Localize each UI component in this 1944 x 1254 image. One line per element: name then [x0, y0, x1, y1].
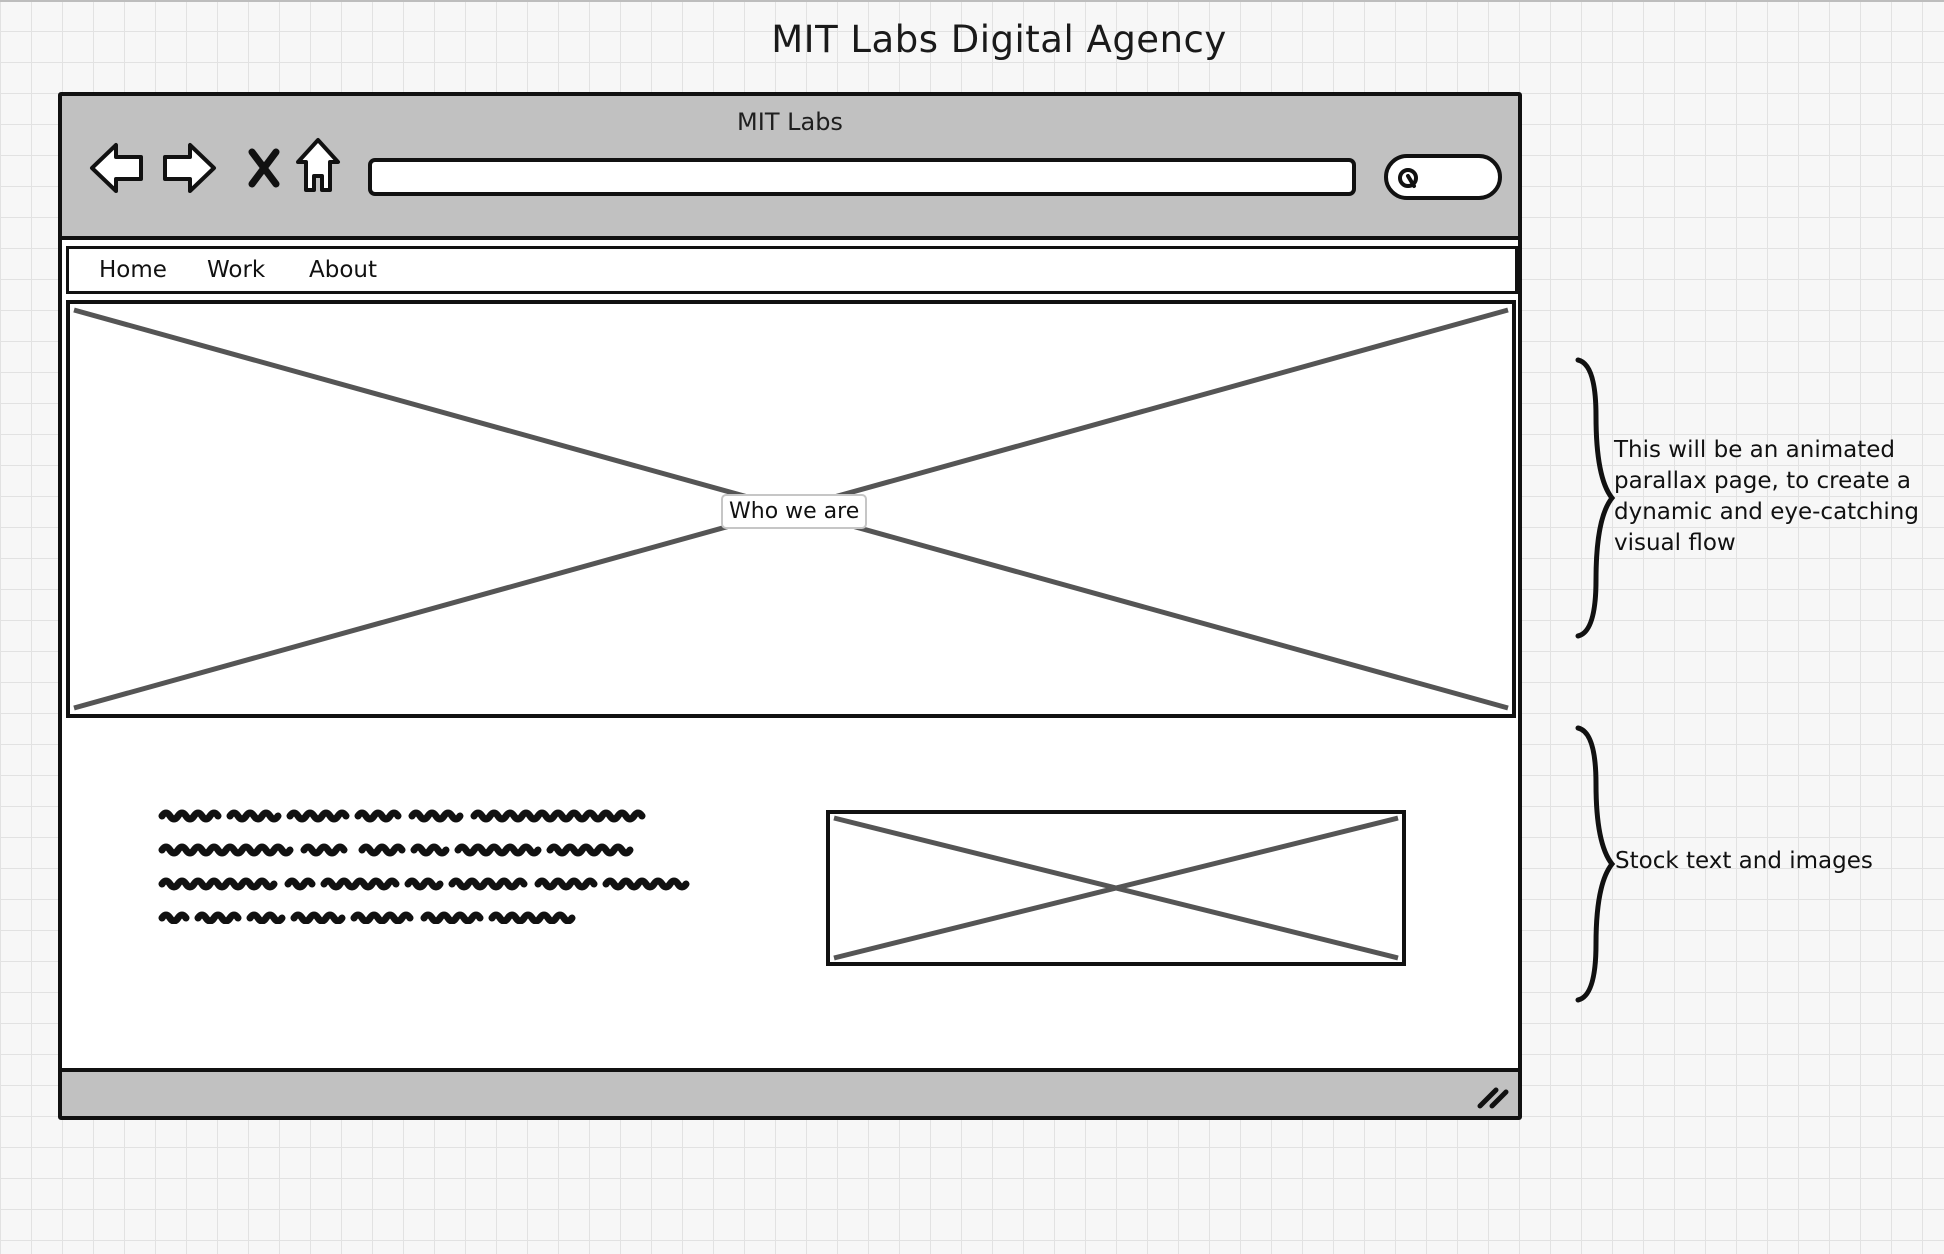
- canvas-top-line: [0, 0, 1944, 2]
- resize-grip-icon[interactable]: [1476, 1082, 1510, 1110]
- content-placeholder-cross: [833, 815, 1399, 961]
- annotation-stock-content: Stock text and images: [1615, 848, 1873, 874]
- window-title: MIT Labs: [737, 108, 843, 136]
- close-icon[interactable]: [244, 146, 284, 190]
- search-input[interactable]: [1384, 154, 1502, 200]
- menu-item-work[interactable]: Work: [207, 257, 265, 283]
- browser-status-bar: [62, 1068, 1518, 1116]
- curly-brace-icon: [1575, 725, 1616, 1003]
- hero-image-placeholder: Who we are: [66, 300, 1516, 718]
- curly-brace-icon: [1575, 357, 1616, 639]
- forward-arrow-icon[interactable]: [160, 140, 218, 196]
- content-image-placeholder: [826, 810, 1406, 966]
- url-input[interactable]: [368, 158, 1356, 196]
- page-title: MIT Labs Digital Agency: [771, 18, 1227, 61]
- back-arrow-icon[interactable]: [88, 140, 146, 196]
- browser-window: MIT Labs Home Work About Who we are: [58, 92, 1522, 1120]
- site-menu-bar: Home Work About: [66, 246, 1518, 294]
- placeholder-text-block: [158, 809, 690, 924]
- browser-toolbar: MIT Labs: [62, 96, 1518, 240]
- home-icon[interactable]: [294, 136, 342, 194]
- hero-label: Who we are: [721, 494, 868, 529]
- search-icon: [1398, 168, 1418, 188]
- menu-item-home[interactable]: Home: [99, 257, 167, 283]
- annotation-parallax: This will be an animated parallax page, …: [1614, 437, 1919, 556]
- menu-item-about[interactable]: About: [309, 257, 377, 283]
